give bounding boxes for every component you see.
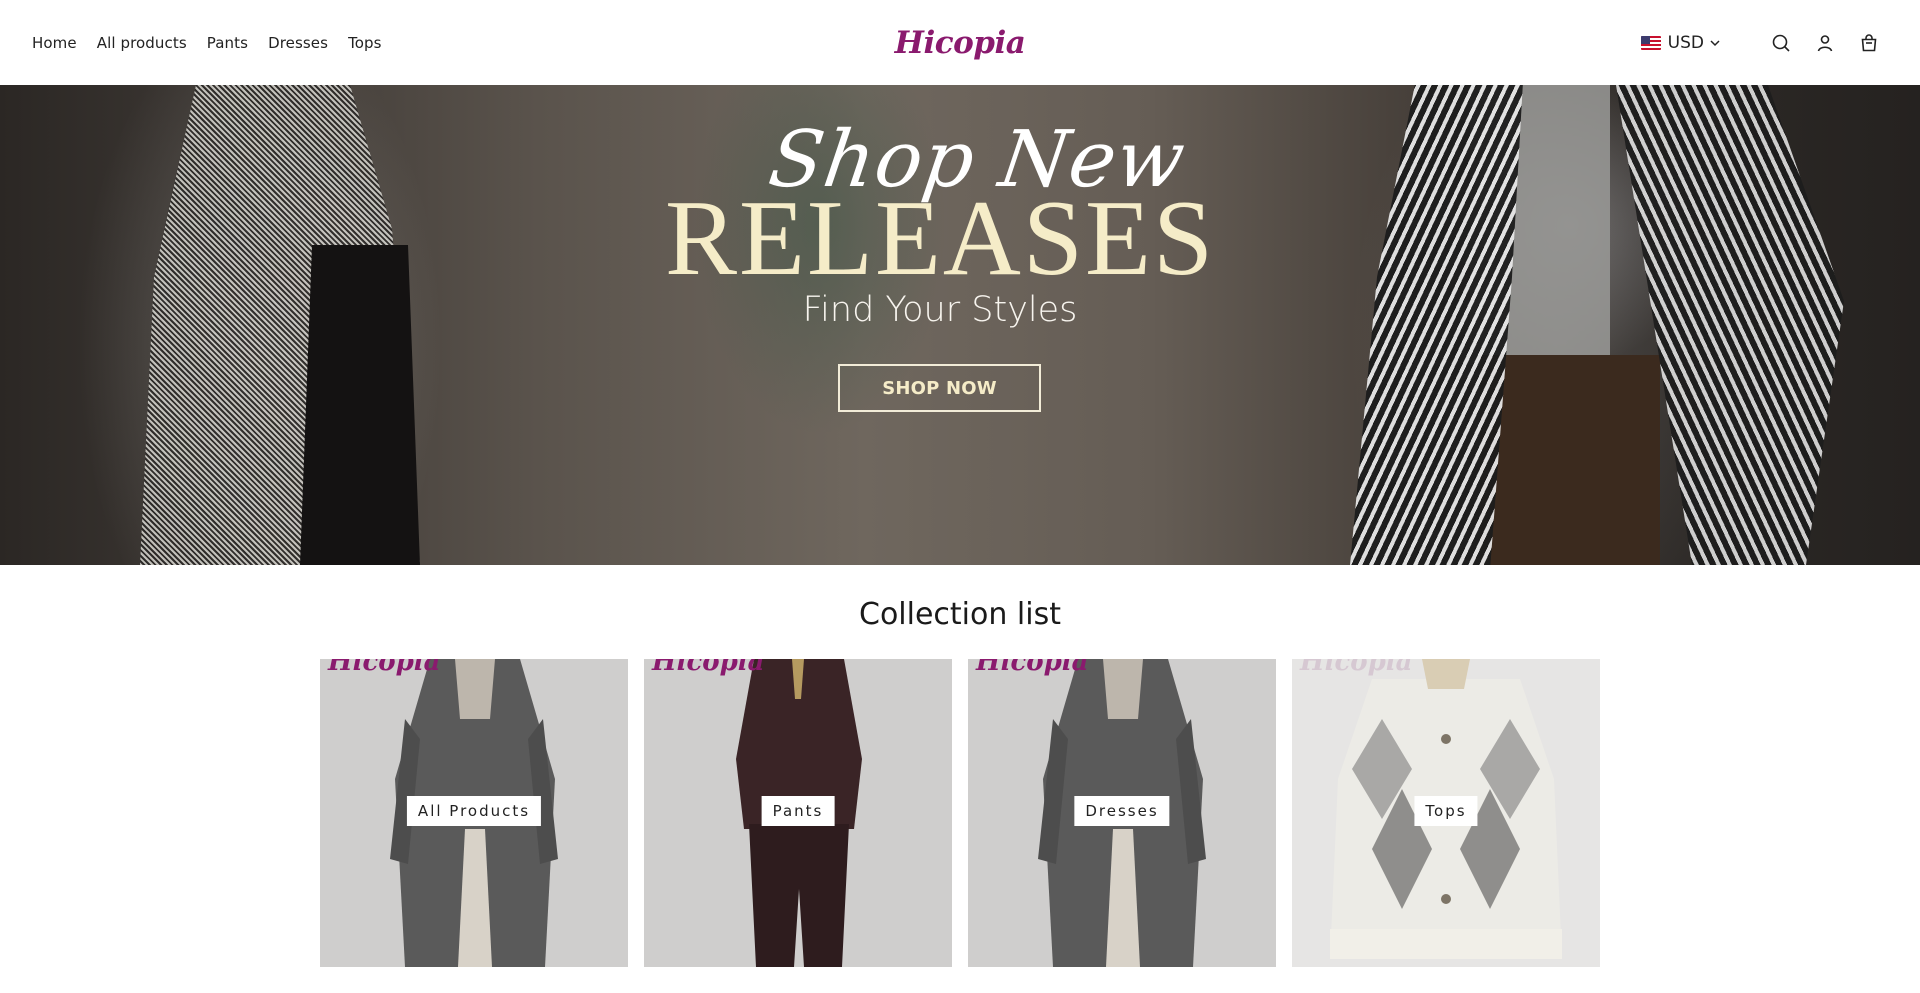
header-actions: USD — [1640, 0, 1880, 85]
us-flag-icon — [1640, 35, 1661, 50]
nav-tops[interactable]: Tops — [348, 34, 382, 52]
nav-dresses[interactable]: Dresses — [268, 34, 328, 52]
collection-grid: Hicopia All Products Hicopia Pants Hicop… — [320, 659, 1602, 967]
collection-card-dresses[interactable]: Hicopia Dresses — [968, 659, 1276, 967]
collection-label: Tops — [1414, 796, 1478, 826]
shop-now-button[interactable]: SHOP NOW — [838, 364, 1041, 412]
user-icon[interactable] — [1814, 32, 1836, 54]
collection-card-tops[interactable]: Hicopia Tops — [1292, 659, 1600, 967]
main-nav: Home All products Pants Dresses Tops — [32, 0, 402, 85]
watermark-logo: Hicopia — [328, 659, 441, 677]
site-header: Home All products Pants Dresses Tops Hic… — [0, 0, 1920, 85]
cart-icon[interactable] — [1858, 32, 1880, 54]
chevron-down-icon — [1710, 39, 1720, 46]
hero-subtitle: Find Your Styles — [802, 290, 1078, 330]
collection-title: Collection list — [859, 597, 1061, 632]
collection-card-all-products[interactable]: Hicopia All Products — [320, 659, 628, 967]
collection-label: Dresses — [1074, 796, 1170, 826]
collection-label: All Products — [406, 796, 542, 826]
nav-home[interactable]: Home — [32, 34, 77, 52]
hero-banner: Shop New RELEASES Find Your Styles SHOP … — [0, 85, 1920, 565]
nav-all-products[interactable]: All products — [97, 34, 187, 52]
search-icon[interactable] — [1770, 32, 1792, 54]
collection-card-pants[interactable]: Hicopia Pants — [644, 659, 952, 967]
currency-selector[interactable]: USD — [1640, 32, 1720, 53]
site-logo[interactable]: Hicopia — [895, 25, 1026, 61]
collection-label: Pants — [761, 796, 835, 826]
hero-headline: RELEASES — [664, 179, 1216, 298]
hero-text: Shop New RELEASES Find Your Styles SHOP … — [0, 85, 1920, 565]
nav-pants[interactable]: Pants — [207, 34, 248, 52]
watermark-logo: Hicopia — [976, 659, 1089, 677]
watermark-logo: Hicopia — [1300, 659, 1413, 677]
currency-label: USD — [1667, 32, 1704, 53]
watermark-logo: Hicopia — [652, 659, 765, 677]
